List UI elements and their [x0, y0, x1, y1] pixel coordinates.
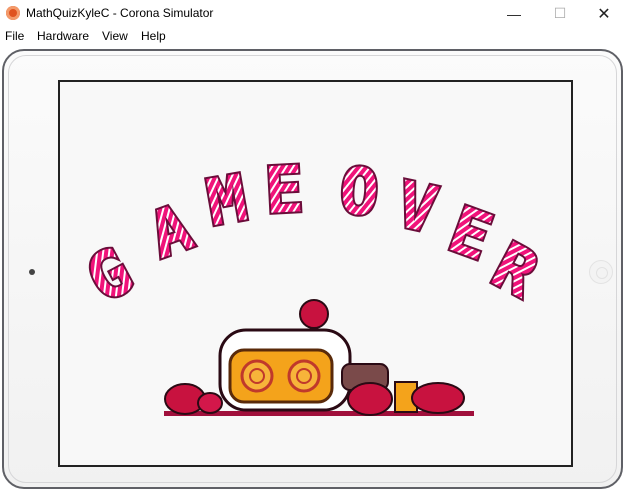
- close-icon: ✕: [597, 5, 611, 23]
- banner-letter: R: [480, 229, 549, 313]
- maximize-icon: ☐: [553, 5, 567, 21]
- game-over-graphic: G A M E O V E R: [74, 151, 552, 416]
- banner-letter: E: [439, 193, 501, 276]
- minimize-icon: —: [507, 5, 521, 22]
- menu-hardware[interactable]: Hardware: [37, 29, 89, 43]
- menu-file[interactable]: File: [5, 29, 24, 43]
- banner-letter: E: [263, 153, 305, 229]
- close-button[interactable]: ✕: [581, 0, 627, 27]
- minimize-button[interactable]: —: [491, 0, 537, 27]
- banner-letter: M: [202, 162, 253, 242]
- maximize-button[interactable]: ☐: [537, 0, 583, 27]
- ipad-frame: G A M E O V E R: [2, 49, 623, 489]
- menu-help[interactable]: Help: [141, 29, 166, 43]
- menu-view[interactable]: View: [102, 29, 128, 43]
- banner-letter: G: [76, 234, 145, 317]
- home-button[interactable]: [589, 260, 613, 284]
- window-title: MathQuizKyleC - Corona Simulator: [26, 6, 214, 20]
- camera-icon: [29, 269, 35, 275]
- banner-letter: O: [337, 155, 381, 232]
- simulator-device-area: G A M E O V E R: [0, 46, 627, 491]
- bomberman-sprite: [164, 299, 474, 416]
- banner-letter: V: [390, 168, 443, 248]
- banner-letter: A: [140, 191, 202, 274]
- corona-app-icon: [6, 6, 20, 20]
- menu-bar: File Hardware View Help: [0, 27, 627, 45]
- app-screen[interactable]: G A M E O V E R: [58, 80, 573, 467]
- title-bar: MathQuizKyleC - Corona Simulator — ☐ ✕: [0, 0, 627, 27]
- game-over-title: G A M E O V E R: [74, 151, 552, 320]
